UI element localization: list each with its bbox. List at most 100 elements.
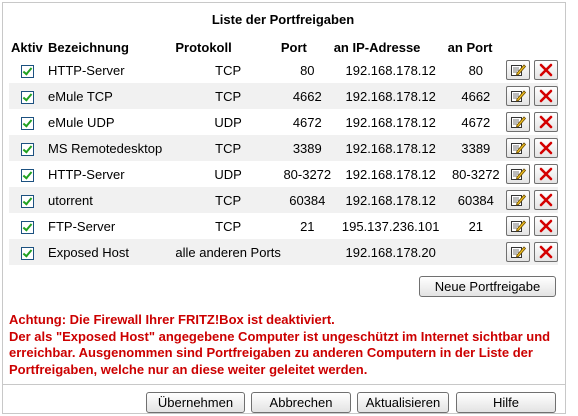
protokoll-cell: TCP [175, 187, 281, 213]
edit-icon [510, 89, 526, 103]
an-port-cell: 60384 [447, 187, 504, 213]
delete-button[interactable] [533, 60, 558, 80]
actions-cell [503, 239, 558, 265]
delete-button[interactable] [533, 138, 558, 158]
delete-icon [539, 219, 553, 233]
active-checkbox[interactable] [20, 246, 34, 260]
table-row: HTTP-Server TCP 80 192.168.178.12 80 [9, 57, 558, 83]
table-row: MS Remotedesktop TCP 3389 192.168.178.12 338… [9, 135, 558, 161]
protokoll-cell: TCP [175, 83, 281, 109]
table-row: FTP-Server TCP 21 195.137.236.101 21 [9, 213, 558, 239]
delete-icon [539, 245, 553, 259]
edit-icon [510, 63, 526, 77]
actions-cell [503, 135, 558, 161]
edit-icon [510, 245, 526, 259]
edit-button[interactable] [505, 138, 530, 158]
firewall-warning: Achtung: Die Firewall Ihrer FRITZ!Box is… [9, 312, 561, 378]
aktiv-cell [9, 187, 46, 213]
active-checkbox[interactable] [20, 168, 34, 182]
delete-icon [539, 89, 553, 103]
delete-icon [539, 63, 553, 77]
port-cell: 60384 [280, 187, 334, 213]
new-port-forward-button[interactable]: Neue Portfreigabe [419, 276, 556, 297]
protokoll-cell: TCP [175, 135, 281, 161]
table-row: eMule TCP TCP 4662 192.168.178.12 4662 [9, 83, 558, 109]
bezeichnung-cell: Exposed Host [45, 239, 176, 265]
an-port-cell: 4662 [447, 83, 504, 109]
page-title: Liste der Portfreigaben [211, 12, 355, 27]
header-protokoll: Protokoll [175, 39, 232, 55]
port-cell: 80-3272 [283, 166, 332, 182]
active-checkbox[interactable] [20, 64, 34, 78]
an-port-cell: 21 [468, 218, 484, 234]
actions-cell [503, 83, 558, 109]
an-port-cell: 4672 [461, 114, 491, 130]
delete-button[interactable] [533, 216, 558, 236]
bezeichnung-cell: FTP-Server [48, 218, 116, 234]
active-checkbox[interactable] [20, 142, 34, 156]
edit-button[interactable] [505, 86, 530, 106]
active-checkbox[interactable] [20, 116, 34, 130]
actions-cell [504, 57, 558, 83]
edit-button[interactable] [505, 190, 530, 210]
ip-cell: 192.168.178.12 [345, 114, 436, 130]
warning-line-1: Achtung: Die Firewall Ihrer FRITZ!Box is… [9, 312, 335, 327]
cancel-button[interactable]: Abbrechen [251, 392, 351, 413]
actions-cell [504, 109, 558, 135]
aktiv-cell [9, 83, 46, 109]
aktiv-cell [9, 135, 46, 161]
port-cell: 4672 [292, 114, 322, 130]
edit-button[interactable] [505, 216, 530, 236]
edit-icon [510, 141, 526, 155]
edit-button[interactable] [505, 112, 530, 132]
port-forwarding-table: Aktiv Bezeichnung Protokoll Port an IP-A… [9, 37, 558, 265]
ip-cell: 192.168.178.12 [345, 62, 436, 78]
table-row: eMule UDP UDP 4672 192.168.178.12 4672 [9, 109, 558, 135]
header-aktiv: Aktiv [11, 39, 43, 55]
an-port-cell: 3389 [447, 135, 504, 161]
active-checkbox[interactable] [20, 220, 34, 234]
footer-divider [2, 384, 566, 385]
delete-button[interactable] [533, 86, 558, 106]
bezeichnung-cell: MS Remotedesktop [45, 135, 176, 161]
protokoll-cell: UDP [214, 166, 242, 182]
header-port: Port [280, 39, 307, 55]
edit-button[interactable] [505, 242, 530, 262]
edit-icon [510, 167, 526, 181]
bezeichnung-cell: eMule TCP [45, 83, 176, 109]
protokoll-cell: UDP [214, 114, 242, 130]
delete-icon [539, 167, 553, 181]
ip-cell: 192.168.178.12 [333, 135, 448, 161]
header-an-port: an Port [447, 39, 493, 55]
delete-button[interactable] [533, 112, 558, 132]
aktiv-cell [9, 109, 45, 135]
header-ip: an IP-Adresse [333, 39, 421, 55]
header-bezeichnung: Bezeichnung [48, 39, 129, 55]
refresh-button[interactable]: Aktualisieren [357, 392, 449, 413]
apply-button[interactable]: Übernehmen [146, 392, 245, 413]
table-row: HTTP-Server UDP 80-3272 192.168.178.12 80-32… [9, 161, 558, 187]
table-header-row: Aktiv Bezeichnung Protokoll Port an IP-A… [9, 37, 558, 57]
help-button[interactable]: Hilfe [456, 392, 556, 413]
protokoll-cell: alle anderen Ports [175, 239, 281, 265]
ip-cell: 192.168.178.12 [333, 83, 448, 109]
header-actions [504, 37, 558, 57]
delete-button[interactable] [533, 164, 558, 184]
delete-icon [539, 193, 553, 207]
port-cell: 80 [300, 62, 315, 78]
table-row: utorrent TCP 60384 192.168.178.12 60384 [9, 187, 558, 213]
warning-line-2: Der als "Exposed Host" angegebene Comput… [9, 328, 551, 377]
delete-button[interactable] [533, 242, 558, 262]
ip-cell: 192.168.178.12 [333, 187, 448, 213]
edit-icon [510, 219, 526, 233]
bezeichnung-cell: HTTP-Server [48, 166, 125, 182]
an-port-cell [447, 239, 504, 265]
active-checkbox[interactable] [20, 90, 34, 104]
delete-button[interactable] [533, 190, 558, 210]
table-row: Exposed Host alle anderen Ports 192.168.17… [9, 239, 558, 265]
aktiv-cell [9, 57, 45, 83]
edit-button[interactable] [505, 164, 530, 184]
edit-button[interactable] [505, 60, 530, 80]
active-checkbox[interactable] [20, 194, 34, 208]
aktiv-cell [9, 213, 45, 239]
